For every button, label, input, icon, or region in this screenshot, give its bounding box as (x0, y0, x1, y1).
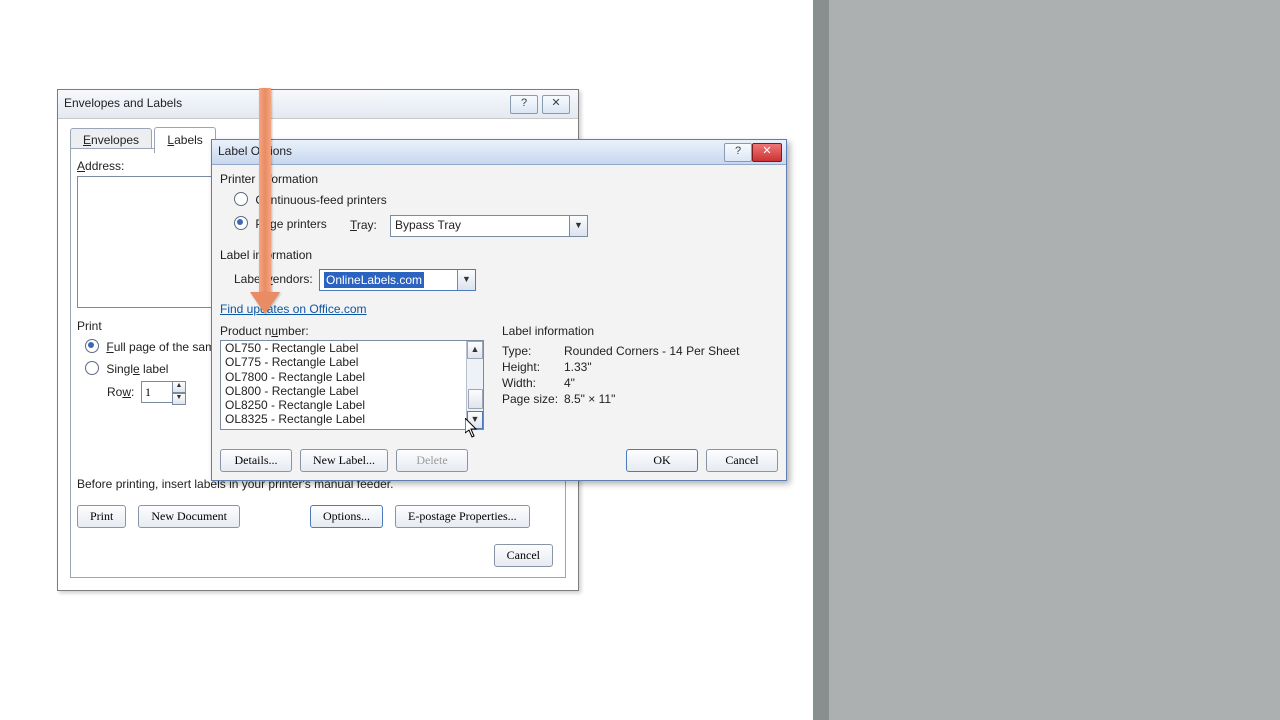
canvas-right (813, 0, 1280, 720)
info-row-height: Height:1.33" (502, 360, 776, 374)
row-spin-buttons[interactable]: ▲▼ (172, 381, 186, 403)
tray-label: Tray: (350, 218, 377, 232)
info-row-width: Width:4" (502, 376, 776, 390)
product-number-label: Product number: (220, 324, 309, 338)
dialog1-button-row: Print New Document Options... E-postage … (77, 505, 530, 528)
radio-continuous-label: Continuous-feed printers (255, 193, 386, 207)
chevron-down-icon[interactable]: ▼ (569, 216, 587, 236)
spin-down-icon[interactable]: ▼ (172, 393, 186, 405)
list-item[interactable]: OL8250 - Rectangle Label (221, 398, 483, 412)
close-button[interactable]: ✕ (542, 95, 570, 114)
listbox-scrollbar[interactable]: ▲ ▼ (466, 341, 483, 429)
info-row-type: Type:Rounded Corners - 14 Per Sheet (502, 344, 776, 358)
list-item[interactable]: OL7800 - Rectangle Label (221, 370, 483, 384)
label-vendors-value: OnlineLabels.com (324, 272, 424, 288)
radio-icon (234, 192, 248, 206)
help-button[interactable]: ? (724, 143, 752, 162)
radio-page-label: Page printers (255, 217, 326, 231)
product-number-listbox[interactable]: OL750 - Rectangle Label OL775 - Rectangl… (220, 340, 484, 430)
options-button[interactable]: Options... (310, 505, 383, 528)
find-updates-link[interactable]: Find updates on Office.com (220, 302, 367, 316)
details-button[interactable]: Details... (220, 449, 292, 472)
info-row-page-size: Page size:8.5" × 11" (502, 392, 776, 406)
spin-up-icon[interactable]: ▲ (172, 381, 186, 393)
cancel-button[interactable]: Cancel (706, 449, 778, 472)
printer-info-heading: Printer information (220, 172, 318, 186)
list-item[interactable]: OL800 - Rectangle Label (221, 384, 483, 398)
radio-icon (85, 339, 99, 353)
row-input[interactable] (141, 381, 176, 403)
label-info-panel-heading: Label information (502, 324, 776, 338)
radio-icon (85, 361, 99, 375)
scroll-up-icon[interactable]: ▲ (467, 341, 483, 359)
row-spinner[interactable]: ▲▼ (141, 381, 186, 403)
print-group-title: Print (77, 319, 102, 333)
dialog2-titlebar[interactable]: Label Options ? ✕ (212, 140, 786, 165)
list-item[interactable]: OL8325 - Rectangle Label (221, 412, 483, 426)
radio-single-label[interactable]: Single label (85, 361, 168, 376)
scroll-down-icon[interactable]: ▼ (467, 411, 483, 429)
ok-button[interactable]: OK (626, 449, 698, 472)
dialog1-titlebar[interactable]: Envelopes and Labels ? ✕ (58, 90, 578, 119)
help-button[interactable]: ? (510, 95, 538, 114)
list-item[interactable]: OL775 - Rectangle Label (221, 355, 483, 369)
dialog1-title: Envelopes and Labels (64, 96, 182, 110)
row-label: Row: (107, 385, 134, 399)
delete-button: Delete (396, 449, 468, 472)
label-info-panel: Label information Type:Rounded Corners -… (502, 324, 776, 408)
new-document-button[interactable]: New Document (138, 505, 240, 528)
dialog2-button-row: Details... New Label... Delete OK Cancel (220, 449, 778, 472)
chevron-down-icon[interactable]: ▼ (457, 270, 475, 290)
label-info-heading: Label information (220, 248, 312, 262)
tray-value: Bypass Tray (395, 218, 461, 232)
scroll-thumb[interactable] (468, 389, 483, 409)
epostage-properties-button[interactable]: E-postage Properties... (395, 505, 530, 528)
radio-icon (234, 216, 248, 230)
vendors-label: Label vendors: (234, 272, 313, 286)
cancel-button[interactable]: Cancel (494, 544, 553, 567)
address-label: Address: (77, 159, 124, 173)
tab-labels[interactable]: Labels (154, 127, 215, 153)
close-button[interactable]: ✕ (752, 143, 782, 162)
dialog-label-options: Label Options ? ✕ Printer information Co… (211, 139, 787, 481)
radio-page-printers[interactable]: Page printers (234, 216, 327, 231)
new-label-button[interactable]: New Label... (300, 449, 388, 472)
tray-combo[interactable]: Bypass Tray ▼ (390, 215, 588, 237)
list-item[interactable]: OL750 - Rectangle Label (221, 341, 483, 355)
label-vendors-combo[interactable]: OnlineLabels.com ▼ (319, 269, 476, 291)
print-button[interactable]: Print (77, 505, 126, 528)
radio-continuous-feed[interactable]: Continuous-feed printers (234, 192, 387, 207)
dialog2-title: Label Options (218, 144, 292, 158)
